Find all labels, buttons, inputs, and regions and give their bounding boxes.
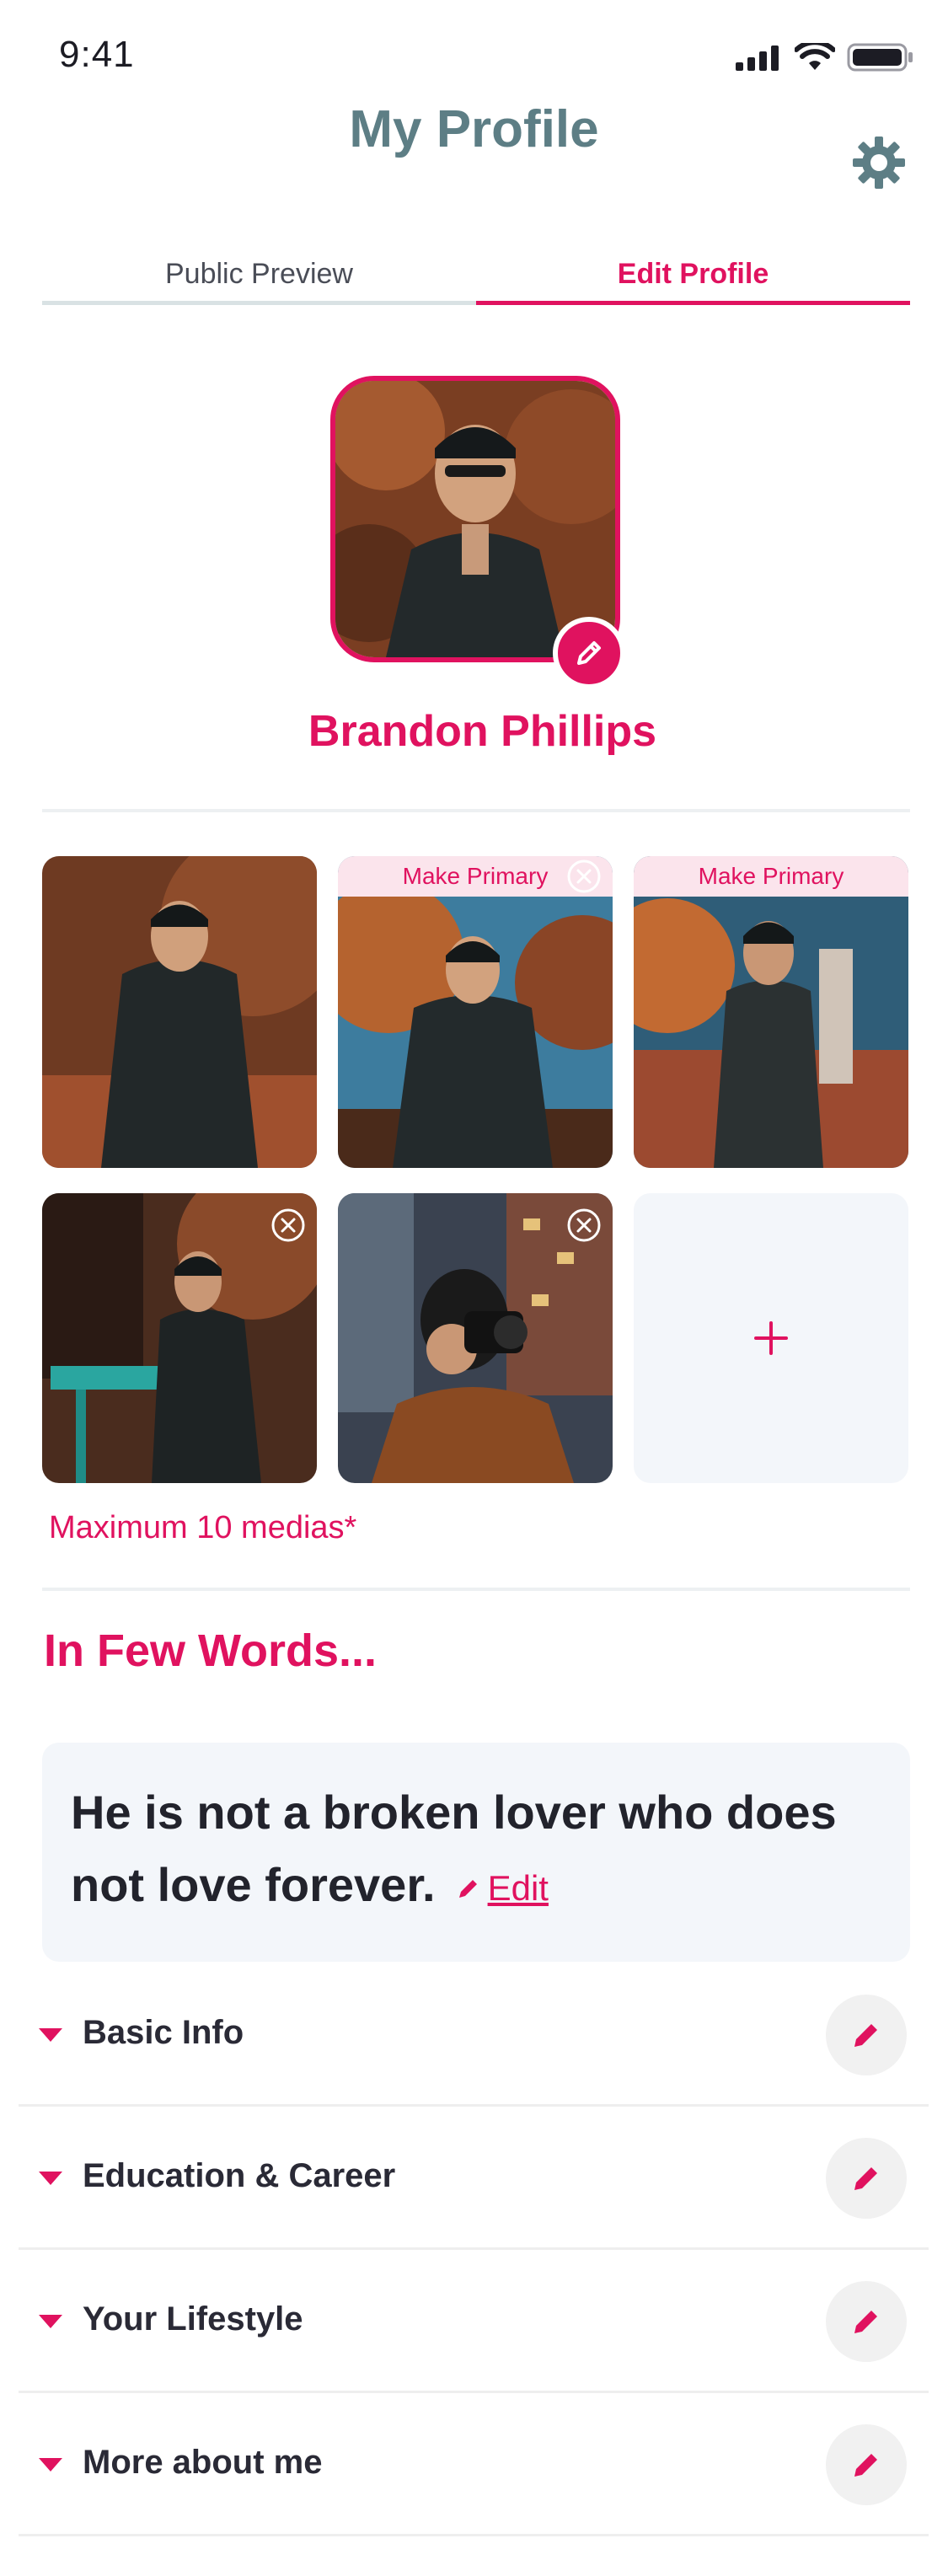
plus-icon: [754, 1321, 788, 1355]
section-your-lifestyle[interactable]: Your Lifestyle: [19, 2250, 929, 2393]
page-title: My Profile: [349, 100, 599, 158]
bio-edit-label[interactable]: Edit: [488, 1852, 549, 1925]
wifi-icon: [795, 43, 835, 70]
pencil-icon: [854, 2167, 877, 2190]
bio-edit-link[interactable]: Edit: [456, 1852, 549, 1925]
media-item-primary[interactable]: [42, 856, 317, 1168]
make-primary-button[interactable]: Make Primary: [634, 856, 908, 897]
pencil-icon: [458, 1880, 477, 1899]
media-item[interactable]: [338, 1193, 613, 1483]
media-item[interactable]: [42, 1193, 317, 1483]
profile-avatar[interactable]: [330, 376, 625, 689]
media-item[interactable]: Make Primary: [338, 856, 613, 1168]
photo-image: [338, 856, 613, 1168]
section-education-career[interactable]: Education & Career: [19, 2107, 929, 2250]
status-bar: 9:41: [0, 0, 948, 110]
caret-down-icon: [39, 2458, 62, 2472]
edit-section-button[interactable]: [826, 2138, 907, 2219]
tab-edit-profile[interactable]: Edit Profile: [476, 253, 910, 305]
edit-section-button[interactable]: [826, 2424, 907, 2505]
max-media-note: Maximum 10 medias*: [49, 1510, 357, 1545]
pencil-icon: [854, 2024, 877, 2047]
divider: [42, 1588, 910, 1591]
settings-button[interactable]: [851, 135, 907, 190]
caret-down-icon: [39, 2315, 62, 2328]
edit-section-button[interactable]: [826, 2281, 907, 2362]
status-icons: [736, 42, 914, 72]
add-media-button[interactable]: [634, 1193, 908, 1483]
caret-down-icon: [39, 2172, 62, 2185]
pencil-icon: [854, 2454, 877, 2477]
bio-section-title: In Few Words...: [44, 1625, 378, 1676]
media-item[interactable]: Make Primary: [634, 856, 908, 1168]
bio-text-block: He is not a broken lover who does not lo…: [71, 1776, 881, 1925]
remove-media-icon[interactable]: [565, 1207, 603, 1244]
edit-section-button[interactable]: [826, 1995, 907, 2075]
profile-tabs: Public Preview Edit Profile: [42, 253, 910, 305]
battery-icon: [847, 43, 913, 72]
pencil-icon: [854, 2311, 877, 2333]
bio-text: He is not a broken lover who does not lo…: [71, 1786, 837, 1911]
section-label: Basic Info: [83, 2014, 244, 2051]
pencil-icon: [577, 641, 601, 665]
edit-avatar-button[interactable]: [553, 617, 625, 689]
divider: [42, 809, 910, 812]
section-label: Your Lifestyle: [83, 2300, 303, 2338]
remove-media-icon[interactable]: [565, 858, 603, 895]
photo-image: [42, 856, 317, 1168]
gear-icon: [853, 137, 905, 189]
photo-image: [634, 856, 908, 1168]
profile-name: Brandon Phillips: [308, 707, 657, 756]
caret-down-icon: [39, 2028, 62, 2042]
section-basic-info[interactable]: Basic Info: [19, 1963, 929, 2107]
section-label: Education & Career: [83, 2157, 396, 2194]
tab-public-preview[interactable]: Public Preview: [42, 253, 476, 305]
bio-card: He is not a broken lover who does not lo…: [42, 1743, 910, 1962]
remove-media-icon[interactable]: [270, 1207, 307, 1244]
section-more-about-me[interactable]: More about me: [19, 2393, 929, 2536]
section-label: More about me: [83, 2444, 323, 2481]
status-time: 9:41: [59, 34, 135, 75]
signal-icon: [736, 46, 779, 71]
